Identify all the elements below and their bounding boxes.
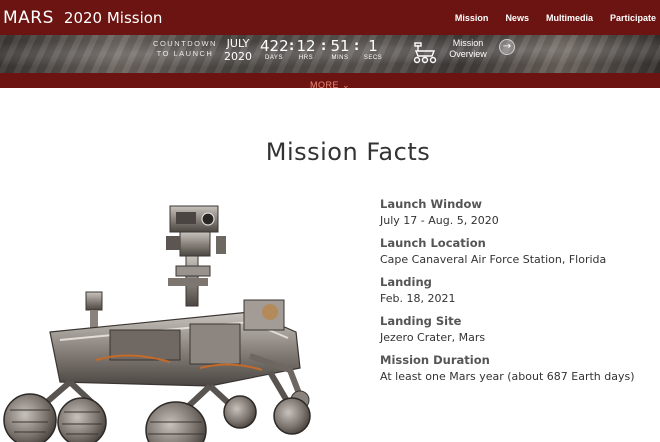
mission-facts-list: Launch Window July 17 - Aug. 5, 2020 Lau… — [380, 196, 655, 391]
logo-mission-title: 2020 Mission — [63, 8, 163, 27]
countdown-seconds: 1 SECS — [362, 37, 384, 61]
countdown-minutes: 51 MINS — [329, 37, 351, 61]
fact-value: Jezero Crater, Mars — [380, 331, 486, 344]
mission-overview-link[interactable]: Mission Overview — [445, 38, 491, 60]
fact-label: Landing — [380, 275, 432, 289]
fact-mission-duration: Mission Duration At least one Mars year … — [380, 352, 655, 385]
nav-item-participate[interactable]: Participate — [610, 13, 656, 23]
more-button[interactable]: MORE ⌄ — [310, 78, 350, 93]
minutes-caption: MINS — [331, 55, 349, 61]
fact-landing: Landing Feb. 18, 2021 — [380, 274, 655, 307]
countdown-label: COUNTDOWN TO LAUNCH — [150, 39, 220, 59]
launch-year: 2020 — [224, 50, 252, 63]
countdown-banner: COUNTDOWN TO LAUNCH JULY 2020 422 DAYS :… — [0, 35, 660, 73]
days-value: 422 — [260, 37, 289, 55]
main-nav: Mission News Multimedia Participate — [438, 0, 656, 35]
separator: : — [289, 39, 295, 54]
fact-value: Cape Canaveral Air Force Station, Florid… — [380, 253, 607, 266]
fact-launch-location: Launch Location Cape Canaveral Air Force… — [380, 235, 655, 268]
page-title: Mission Facts — [265, 138, 431, 166]
fact-value: July 17 - Aug. 5, 2020 — [380, 214, 499, 227]
rover-image — [3, 205, 311, 442]
hours-value: 12 — [296, 37, 316, 55]
minutes-value: 51 — [330, 37, 350, 55]
nav-item-mission[interactable]: Mission — [455, 13, 489, 23]
seconds-value: 1 — [368, 37, 378, 55]
fact-label: Launch Window — [380, 197, 483, 211]
hours-caption: HRS — [298, 55, 314, 61]
overview-line1: Mission — [452, 38, 484, 48]
fact-value: At least one Mars year (about 687 Earth … — [380, 370, 635, 383]
launch-month: JULY — [226, 37, 250, 50]
countdown-hours: 12 HRS — [296, 37, 316, 61]
countdown-days: 422 DAYS — [260, 37, 289, 61]
launch-date: JULY 2020 — [222, 37, 254, 63]
days-caption: DAYS — [265, 55, 283, 61]
more-bar: MORE ⌄ — [0, 73, 660, 90]
nav-item-multimedia[interactable]: Multimedia — [546, 13, 593, 23]
fact-landing-site: Landing Site Jezero Crater, Mars — [380, 313, 655, 346]
rover-icon[interactable] — [412, 41, 438, 65]
nav-item-news[interactable]: News — [505, 13, 529, 23]
fact-label: Landing Site — [380, 314, 462, 328]
seconds-caption: SECS — [363, 55, 383, 61]
overview-line2: Overview — [449, 49, 487, 59]
logo-mars-text: MARS — [3, 7, 54, 28]
fact-value: Feb. 18, 2021 — [380, 292, 456, 305]
top-header: MARS 2020 Mission Mission News Multimedi… — [0, 0, 660, 35]
fact-label: Launch Location — [380, 236, 486, 250]
fact-launch-window: Launch Window July 17 - Aug. 5, 2020 — [380, 196, 655, 229]
fact-label: Mission Duration — [380, 353, 490, 367]
countdown-label-line1: COUNTDOWN — [153, 39, 217, 48]
arrow-right-icon[interactable]: → — [499, 39, 515, 55]
countdown-label-line2: TO LAUNCH — [156, 49, 214, 58]
site-logo[interactable]: MARS 2020 Mission — [3, 8, 162, 28]
separator: : — [354, 39, 360, 54]
separator: : — [321, 39, 327, 54]
